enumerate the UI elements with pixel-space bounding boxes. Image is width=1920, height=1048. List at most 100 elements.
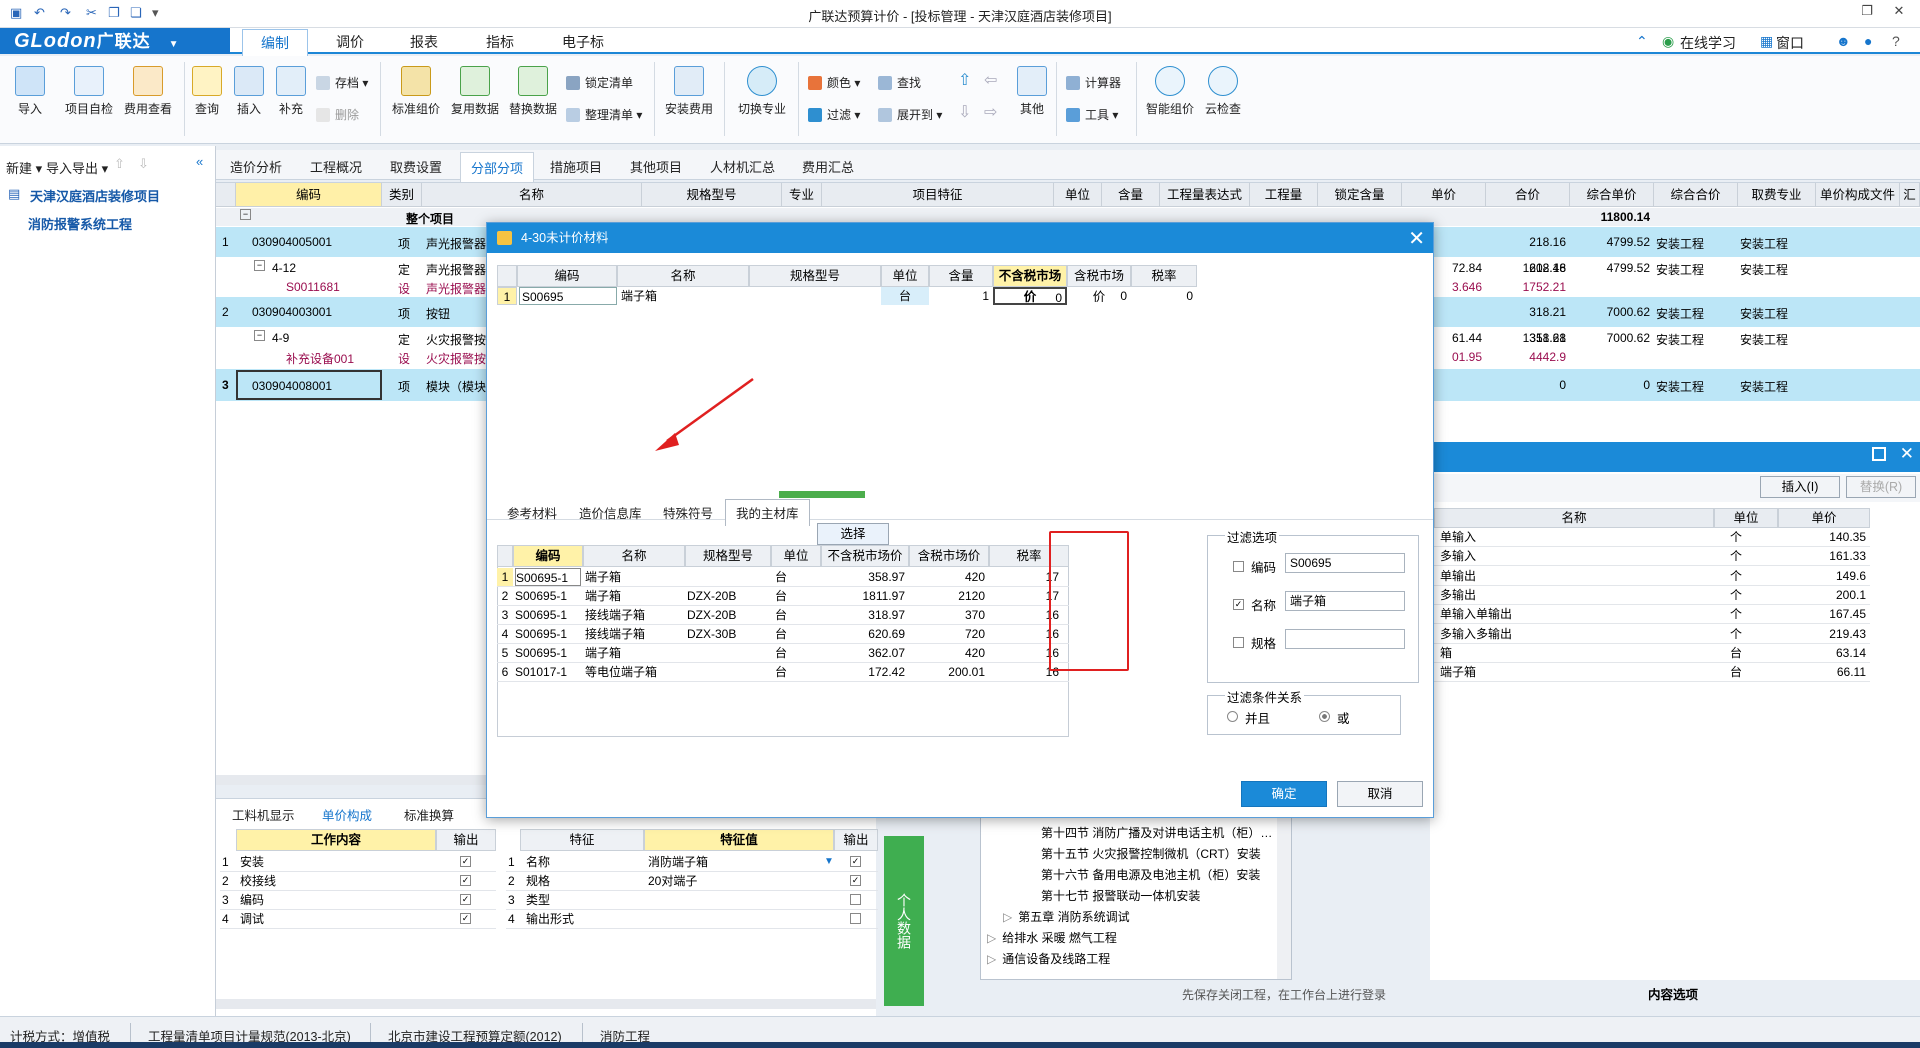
expand-arrow-icon[interactable]: ▷ [987,952,996,966]
tab-unit-composition[interactable]: 单价构成 [322,805,372,824]
tree-node[interactable]: ▷ 通信设备及线路工程 [987,950,1110,967]
tree-node[interactable]: ▷ 给排水 采暖 燃气工程 [987,929,1117,946]
organize-list-button[interactable]: 整理清单 ▾ [566,106,642,123]
tab-labor-display[interactable]: 工料机显示 [232,805,295,824]
spec-filter-checkbox[interactable] [1233,637,1244,648]
collapse-icon[interactable]: − [240,209,251,220]
tab-reference-material[interactable]: 参考材料 [507,503,557,522]
grid-header[interactable]: 汇 [1900,183,1920,207]
dialog-header[interactable]: 含量 [929,265,993,287]
close-icon[interactable]: ✕ [1900,444,1914,464]
code-filter-checkbox[interactable] [1233,561,1244,572]
table-row[interactable]: 4 调试 ✓ [220,910,496,929]
tab-fee-settings[interactable]: 取费设置 [390,157,442,176]
grid-header[interactable]: 专业 [782,183,822,207]
grid-header[interactable]: 名称 [422,183,642,207]
close-icon[interactable]: ✕ [1884,3,1914,19]
reuse-data-button[interactable]: 复用数据 [448,66,502,117]
lock-list-button[interactable]: 锁定清单 [566,74,633,91]
grid-header[interactable]: 单位 [1054,183,1102,207]
or-radio[interactable] [1319,711,1330,722]
cell-qty[interactable]: 1 [929,287,989,305]
expand-to-button[interactable]: 展开到 ▾ [878,106,942,123]
dialog-header[interactable]: 不含税市场价 [993,265,1067,304]
cell-price-in[interactable]: 0 [1067,287,1127,305]
replace-material-button[interactable]: 替换(R) [1846,476,1916,498]
tab-std-conversion[interactable]: 标准换算 [404,805,454,824]
grid-header[interactable]: 单价 [1402,183,1486,207]
list-header[interactable]: 单位 [1714,508,1778,528]
grid-header[interactable]: 合价 [1486,183,1570,207]
tab-other-items[interactable]: 其他项目 [630,157,682,176]
table-row[interactable]: 6 S01017-1 等电位端子箱台 172.42 200.01 16 [497,663,1069,682]
vertical-scrollbar[interactable] [1277,809,1291,979]
expand-arrow-icon[interactable]: ▷ [987,931,996,945]
cell-unit[interactable]: 台 [881,287,929,305]
tools-button[interactable]: 工具 ▾ [1066,106,1118,123]
app-logo[interactable]: GLodon广联达 ▼ [0,28,230,54]
cloud-check-button[interactable]: 云检查 [1200,66,1246,117]
collapse-icon[interactable]: − [254,260,265,271]
lib-header[interactable]: 含税市场价 [909,545,989,567]
output-checkbox[interactable]: ✓ [460,875,471,886]
down-arrow-icon[interactable]: ⇩ [138,156,149,172]
table-row[interactable]: 3 S00695-1 接线端子箱 DZX-20B 台 318.97 370 16 [497,606,1069,625]
list-header[interactable]: 单价 [1778,508,1870,528]
std-price-button[interactable]: 标准组价 [390,66,442,117]
delete-button[interactable]: 删除 [316,106,359,123]
tab-special-symbols[interactable]: 特殊符号 [663,503,713,522]
tab-labor-summary[interactable]: 人材机汇总 [710,157,775,176]
menu-tab-edit[interactable]: 编制 [242,29,308,57]
install-fee-button[interactable]: 安装费用 [662,66,716,117]
tab-fee-summary[interactable]: 费用汇总 [802,157,854,176]
list-item[interactable]: 多输入多输出 个 219.43 [1434,624,1870,644]
code-filter-input[interactable]: S00695 [1285,553,1405,573]
grid-header[interactable]: 项目特征 [822,183,1054,207]
list-item[interactable]: 多输出 个 200.1 [1434,585,1870,605]
cancel-button[interactable]: 取消 [1337,781,1423,807]
personal-data-tab[interactable]: 个人数据 [884,836,924,1006]
switch-major-button[interactable]: 切换专业 [734,66,790,117]
move-left-icon[interactable]: ⇦ [984,70,997,90]
dialog-header[interactable]: 规格型号 [749,265,881,287]
menu-tab-index[interactable]: 指标 [486,32,514,52]
list-item[interactable]: 端子箱 台 66.11 [1434,663,1870,683]
grid-header[interactable]: 锁定含量 [1318,183,1402,207]
self-check-button[interactable]: 项目自检 [62,66,116,117]
insert-material-button[interactable]: 插入(I) [1760,476,1840,498]
lib-header[interactable]: 规格型号 [685,545,771,567]
tree-node[interactable]: 第十五节 火灾报警控制微机（CRT）安装 [1035,845,1261,862]
name-filter-input[interactable]: 端子箱 [1285,591,1405,611]
table-row[interactable]: 1 S00695-1 端子箱台 358.97 420 17 [497,568,1069,587]
lib-header[interactable]: 名称 [583,545,685,567]
grid-header[interactable]: 取费专业 [1738,183,1816,207]
feature-output-header[interactable]: 输出 [834,829,878,851]
splitter-handle[interactable] [779,491,865,498]
table-row[interactable]: 1 安装 ✓ [220,853,496,872]
collapse-panel-icon[interactable]: « [196,154,203,169]
list-item[interactable]: 单输出 个 149.6 [1434,566,1870,586]
ok-button[interactable]: 确定 [1241,781,1327,807]
cell-name[interactable]: 端子箱 [621,287,657,305]
up-arrow-icon[interactable]: ⇧ [114,156,125,172]
table-row[interactable]: 2 校接线 ✓ [220,872,496,891]
spec-filter-input[interactable] [1285,629,1405,649]
table-row[interactable]: 2 规格 20对端子 ✓ [506,872,878,891]
table-row[interactable]: 3 类型 [506,891,878,910]
smart-price-button[interactable]: 智能组价 [1142,66,1198,117]
output-checkbox[interactable]: ✓ [460,894,471,905]
dropdown-icon[interactable]: ▼ [824,853,834,871]
grid-header[interactable]: 类别 [382,183,422,207]
grid-header[interactable]: 工程量 [1250,183,1318,207]
maximize-icon[interactable] [1872,447,1886,461]
lib-header[interactable]: 不含税市场价 [821,545,909,567]
work-content-header[interactable]: 工作内容 [236,829,436,851]
table-row[interactable]: 2 S00695-1 端子箱 DZX-20B 台 1811.97 2120 17 [497,587,1069,606]
collapse-ribbon-icon[interactable]: ⌃ [1636,33,1648,50]
cell-tax[interactable]: 0 [1131,287,1193,305]
tab-overview[interactable]: 工程概况 [310,157,362,176]
query-button[interactable]: 查询 [190,66,224,117]
grid-header[interactable]: 编码 [236,183,382,207]
move-down-icon[interactable]: ⇩ [958,102,971,122]
feature-value-header[interactable]: 特征值 [644,829,834,851]
